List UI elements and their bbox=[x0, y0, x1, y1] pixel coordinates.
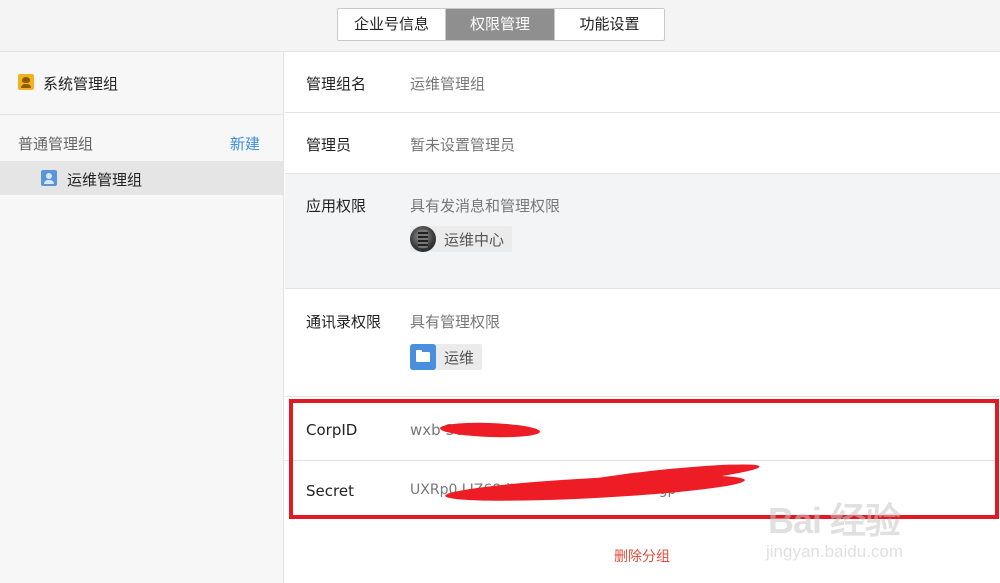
detail-row-admins: 管理员 暂未设置管理员 bbox=[285, 113, 1000, 174]
app-permission-value: 具有发消息和管理权限 bbox=[410, 197, 561, 215]
corpid-value[interactable]: wxb 3cf281 bbox=[410, 421, 497, 439]
app-chip[interactable]: 运维中心 bbox=[410, 226, 513, 252]
detail-row-corpid: CorpID wxb 3cf281 bbox=[285, 397, 1000, 461]
top-bar: 企业号信息 权限管理 功能设置 bbox=[0, 0, 1000, 52]
sidebar: 系统管理组 普通管理组 新建 运维管理组 bbox=[0, 52, 284, 583]
detail-key: CorpID bbox=[306, 421, 358, 439]
admins-value[interactable]: 暂未设置管理员 bbox=[410, 134, 515, 155]
detail-key: 管理员 bbox=[306, 136, 352, 154]
app-chip-label: 运维中心 bbox=[444, 230, 505, 249]
detail-key: Secret bbox=[306, 482, 354, 500]
department-chip-label: 运维 bbox=[444, 348, 475, 367]
delete-group-link[interactable]: 删除分组 bbox=[614, 546, 670, 566]
app-avatar-icon bbox=[410, 226, 436, 252]
sidebar-item-label: 系统管理组 bbox=[43, 75, 119, 93]
sidebar-item-ops-group[interactable]: 运维管理组 bbox=[0, 161, 283, 195]
user-icon bbox=[41, 170, 57, 186]
sidebar-item-system-group[interactable]: 系统管理组 bbox=[0, 52, 283, 115]
detail-row-app-permission[interactable]: 应用权限 具有发消息和管理权限 运维中心 bbox=[285, 174, 1000, 289]
detail-key: 通讯录权限 bbox=[306, 313, 382, 331]
contacts-permission-value: 具有管理权限 bbox=[410, 313, 501, 331]
tab-group: 企业号信息 权限管理 功能设置 bbox=[337, 8, 665, 41]
detail-row-group-name: 管理组名 运维管理组 bbox=[285, 52, 1000, 113]
tab-company-info[interactable]: 企业号信息 bbox=[338, 9, 446, 40]
group-name-value[interactable]: 运维管理组 bbox=[410, 73, 485, 94]
secret-value[interactable]: UXRp0 LIZ68dX43WXJHeXjTAWTrR2gp bbox=[410, 482, 676, 498]
detail-key: 管理组名 bbox=[306, 75, 367, 93]
detail-row-secret: Secret UXRp0 LIZ68dX43WXJHeXjTAWTrR2gp bbox=[285, 461, 1000, 519]
detail-key: 应用权限 bbox=[306, 197, 367, 215]
admin-group-icon bbox=[18, 74, 34, 90]
tab-permission-management[interactable]: 权限管理 bbox=[446, 9, 554, 40]
department-chip[interactable]: 运维 bbox=[410, 344, 483, 370]
sidebar-item-label: 运维管理组 bbox=[67, 171, 143, 189]
new-group-link[interactable]: 新建 bbox=[230, 133, 260, 154]
folder-icon bbox=[410, 344, 436, 370]
group-detail-panel: 管理组名 运维管理组 管理员 暂未设置管理员 应用权限 具有发消息和管理权限 运… bbox=[285, 52, 1000, 583]
detail-row-contacts-permission[interactable]: 通讯录权限 具有管理权限 运维 bbox=[285, 289, 1000, 397]
tab-feature-settings[interactable]: 功能设置 bbox=[554, 9, 664, 40]
normal-group-title: 普通管理组 bbox=[18, 135, 94, 153]
